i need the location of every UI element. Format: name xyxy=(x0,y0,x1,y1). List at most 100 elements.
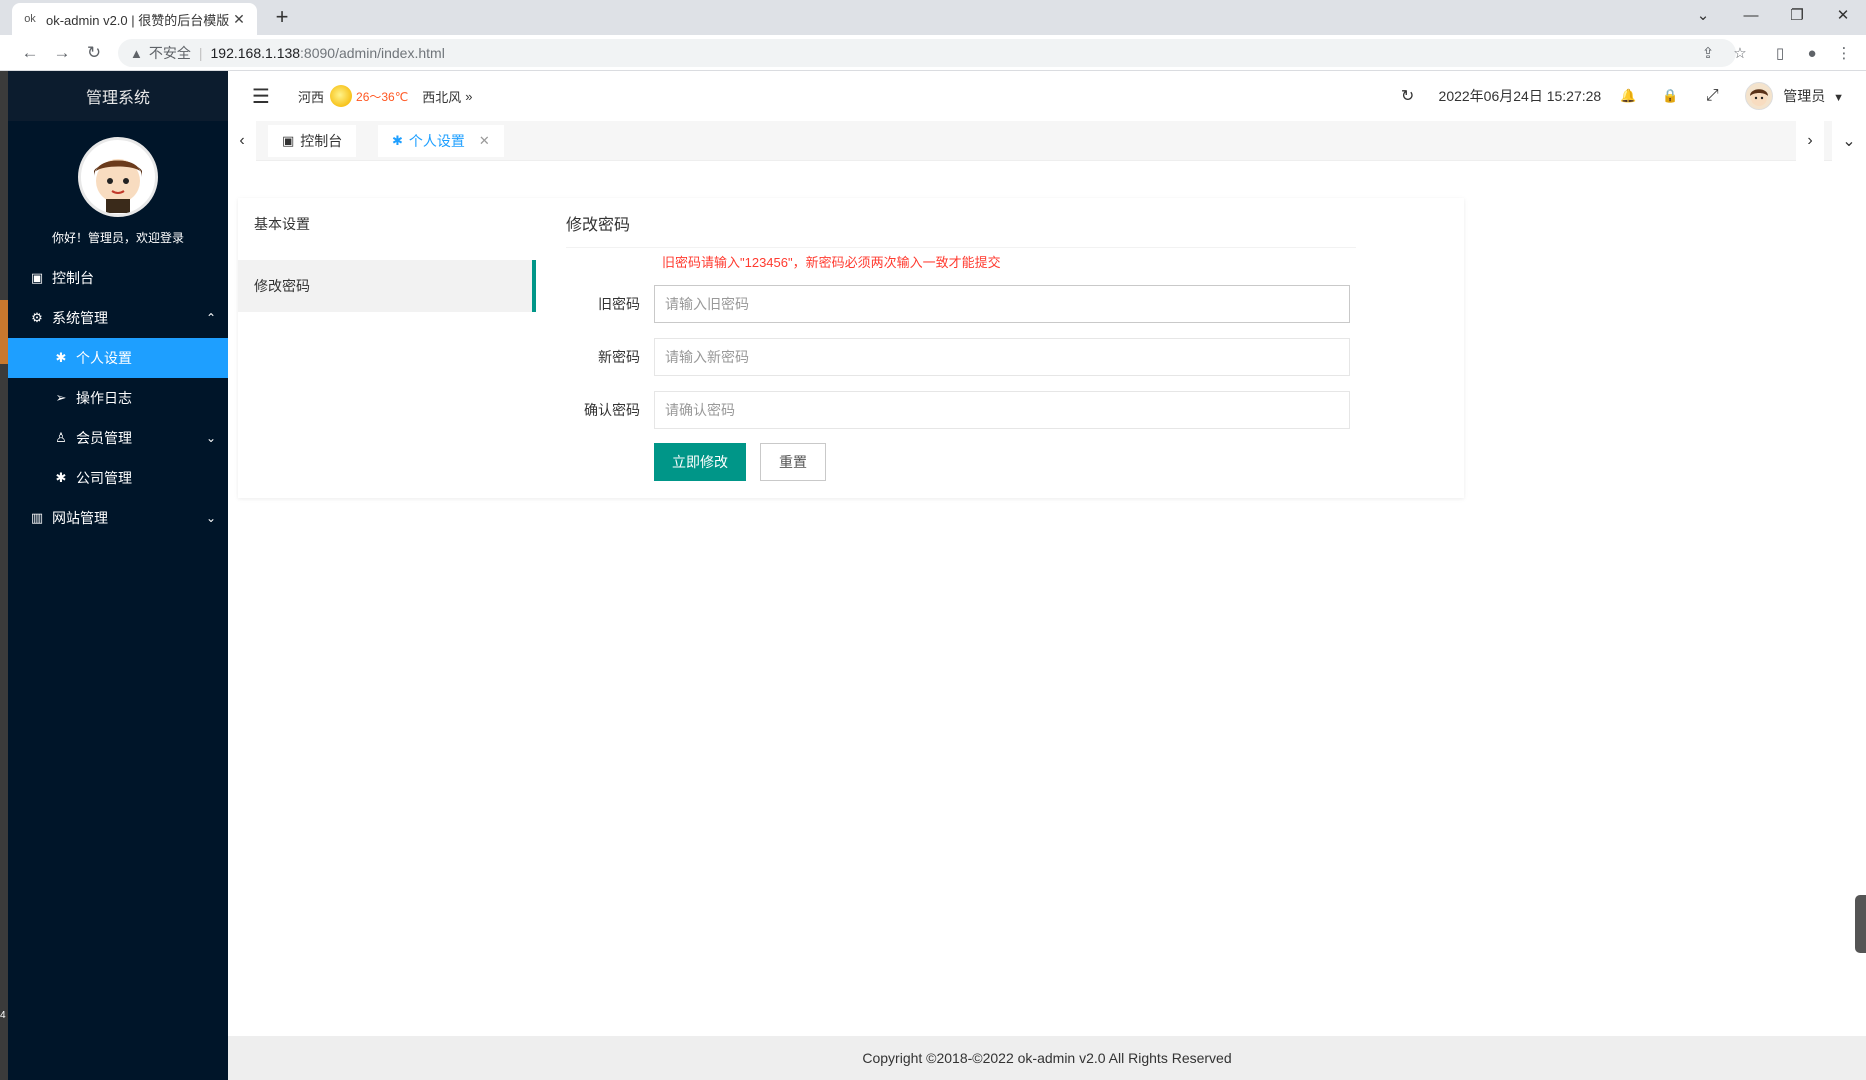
sidebar-item-website-management[interactable]: ▥ 网站管理 ⌄ xyxy=(8,498,228,538)
browser-tab[interactable]: ok ok-admin v2.0 | 很赞的后台模版 ✕ xyxy=(12,3,257,35)
insecure-label: 不安全 xyxy=(148,45,191,61)
sidebar-item-personal-settings[interactable]: ✱ 个人设置 xyxy=(8,338,228,378)
favicon-icon: ok xyxy=(24,13,36,25)
tabs-scroll-right-icon[interactable]: › xyxy=(1796,121,1824,161)
share-icon[interactable]: ⇪ xyxy=(1696,41,1720,65)
reload-icon[interactable]: ↻ xyxy=(82,41,106,65)
bookmark-icon[interactable]: ☆ xyxy=(1728,41,1752,65)
warning-icon: ▲ xyxy=(130,45,143,61)
main-content: 基本设置 修改密码 修改密码 旧密码请输入"123456"，新密码必须两次输入一… xyxy=(228,162,1866,1036)
sidebar: 管理系统 你好！管理员，欢迎登录 ▣ 控制台 ⚙ 系统管理 ⌃ ✱ 个人设置 ➢… xyxy=(8,71,228,1080)
welcome-text: 你好！管理员，欢迎登录 xyxy=(51,231,184,245)
close-tab-icon[interactable]: ✕ xyxy=(479,133,490,149)
reset-button[interactable]: 重置 xyxy=(760,443,826,481)
menu-toggle-icon[interactable]: ☰ xyxy=(252,84,272,109)
palm-icon: ✱ xyxy=(55,350,67,365)
browser-tab-title: ok-admin v2.0 | 很赞的后台模版 xyxy=(46,12,230,28)
refresh-icon[interactable]: ↻ xyxy=(1387,86,1429,106)
back-icon[interactable]: ← xyxy=(18,41,42,65)
app-logo: 管理系统 xyxy=(8,71,228,121)
sidebar-item-company-management[interactable]: ✱ 公司管理 xyxy=(8,458,228,498)
palm-icon: ✱ xyxy=(55,470,67,485)
forward-icon[interactable]: → xyxy=(50,41,74,65)
new-password-label: 新密码 xyxy=(598,349,640,365)
tabs-scroll-left-icon[interactable]: ‹ xyxy=(228,121,256,161)
monitor-icon: ▣ xyxy=(30,270,44,285)
new-password-row: 新密码 xyxy=(556,334,1378,380)
side-panel-icon[interactable]: ▯ xyxy=(1768,41,1792,65)
scroll-handle[interactable] xyxy=(1855,895,1866,953)
password-form: 修改密码 旧密码请输入"123456"，新密码必须两次输入一致才能提交 旧密码 … xyxy=(556,198,1378,481)
user-icon: ♙ xyxy=(55,430,67,445)
browser-tabstrip: ok ok-admin v2.0 | 很赞的后台模版 ✕ + ⌄ — ❐ ✕ xyxy=(0,0,1866,35)
chevron-down-icon: ⌄ xyxy=(205,511,216,525)
page-tabs-bar: ‹ ▣ 控制台 ✱ 个人设置 ✕ › ⌄ xyxy=(228,121,1866,161)
weather-city: 河西 xyxy=(298,89,325,105)
settings-card: 基本设置 修改密码 修改密码 旧密码请输入"123456"，新密码必须两次输入一… xyxy=(238,198,1464,498)
avatar[interactable] xyxy=(78,137,158,217)
settings-nav: 基本设置 修改密码 xyxy=(238,198,536,312)
tab-personal-settings[interactable]: ✱ 个人设置 ✕ xyxy=(378,125,504,157)
sidebar-item-label: 控制台 xyxy=(52,270,94,286)
tab-dashboard[interactable]: ▣ 控制台 xyxy=(268,125,357,157)
palm-icon: ✱ xyxy=(392,133,403,148)
confirm-password-row: 确认密码 xyxy=(556,387,1378,433)
window-edge xyxy=(0,71,8,1080)
sidebar-menu: ▣ 控制台 ⚙ 系统管理 ⌃ ✱ 个人设置 ➢ 操作日志 ♙ 会员管理 ⌄ ✱ … xyxy=(8,258,228,538)
footer: Copyright ©2018-©2022 ok-admin v2.0 All … xyxy=(228,1036,1866,1080)
nav-change-password[interactable]: 修改密码 xyxy=(238,260,536,312)
new-tab-button[interactable]: + xyxy=(268,4,296,30)
admin-menu[interactable]: 管理员 ▼ xyxy=(1783,86,1844,106)
top-header: ☰ 河西 26～36℃ 西北风 » ↻ 2022年06月24日 15:27:28… xyxy=(228,71,1866,121)
current-datetime: 2022年06月24日 15:27:28 xyxy=(1438,88,1602,104)
profile-icon[interactable]: ● xyxy=(1800,41,1824,65)
tab-label: 控制台 xyxy=(300,133,343,149)
password-tip: 旧密码请输入"123456"，新密码必须两次输入一致才能提交 xyxy=(662,255,1001,270)
edge-marker: 4 xyxy=(0,1010,6,1021)
url-separator: | xyxy=(198,45,203,61)
sidebar-item-system[interactable]: ⚙ 系统管理 ⌃ xyxy=(8,298,228,338)
browser-menu-icon[interactable]: ⋮ xyxy=(1832,41,1856,65)
monitor-icon: ▣ xyxy=(282,133,295,148)
weather-temp: 26～36℃ xyxy=(356,89,409,104)
sidebar-item-label: 个人设置 xyxy=(76,350,132,366)
confirm-password-label: 确认密码 xyxy=(584,402,640,418)
old-password-label: 旧密码 xyxy=(598,296,640,312)
new-password-input[interactable] xyxy=(654,338,1350,376)
submit-button[interactable]: 立即修改 xyxy=(654,443,746,481)
weather-widget: 河西 26～36℃ 西北风 » xyxy=(298,85,472,107)
address-bar: ← → ↻ ▲ 不安全 | 192.168.1.138 :8090/admin/… xyxy=(0,35,1866,71)
sidebar-item-operation-log[interactable]: ➢ 操作日志 xyxy=(8,378,228,418)
minimize-button[interactable]: — xyxy=(1728,0,1774,30)
confirm-password-input[interactable] xyxy=(654,391,1350,429)
old-password-row: 旧密码 xyxy=(556,281,1378,327)
sidebar-item-label: 操作日志 xyxy=(76,390,132,406)
restore-button[interactable]: ❐ xyxy=(1774,0,1820,30)
tab-search-icon[interactable]: ⌄ xyxy=(1680,0,1726,30)
url-input[interactable]: ▲ 不安全 | 192.168.1.138 :8090/admin/index.… xyxy=(118,39,1736,67)
sidebar-item-label: 会员管理 xyxy=(76,430,132,446)
tab-label: 个人设置 xyxy=(408,133,465,149)
caret-down-icon: ▼ xyxy=(1833,92,1844,104)
old-password-input[interactable] xyxy=(654,285,1350,323)
send-icon: ➢ xyxy=(55,390,67,405)
tabs-dropdown-icon[interactable]: ⌄ xyxy=(1832,121,1866,161)
form-title: 修改密码 xyxy=(566,198,1356,248)
chevron-up-icon: ⌃ xyxy=(205,311,216,325)
bell-icon[interactable]: 🔔 xyxy=(1607,88,1649,104)
header-avatar-image xyxy=(1750,89,1769,106)
weather-more-icon[interactable]: » xyxy=(465,89,472,104)
fullscreen-icon[interactable]: ⤢ xyxy=(1691,87,1733,105)
avatar-image xyxy=(94,159,142,213)
close-tab-icon[interactable]: ✕ xyxy=(231,11,247,28)
close-window-button[interactable]: ✕ xyxy=(1820,0,1866,30)
sidebar-item-label: 网站管理 xyxy=(52,510,108,526)
header-avatar[interactable] xyxy=(1745,82,1774,110)
lock-icon[interactable]: 🔒 xyxy=(1649,88,1691,104)
nav-basic-settings[interactable]: 基本设置 xyxy=(238,198,536,250)
url-path: :8090/admin/index.html xyxy=(300,45,445,61)
sidebar-item-member-management[interactable]: ♙ 会员管理 ⌄ xyxy=(8,418,228,458)
weather-wind: 西北风 xyxy=(422,89,462,105)
sidebar-item-dashboard[interactable]: ▣ 控制台 xyxy=(8,258,228,298)
admin-name: 管理员 xyxy=(1783,88,1826,104)
